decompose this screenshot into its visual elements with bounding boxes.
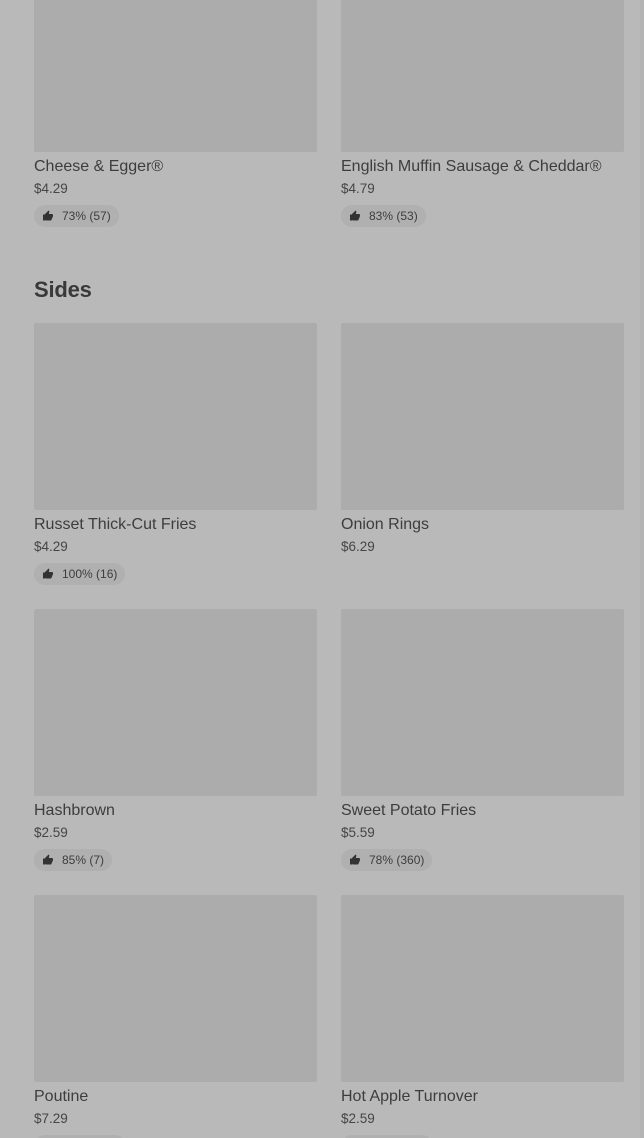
- rating-text: 100% (16): [62, 567, 118, 581]
- menu-item-image[interactable]: [341, 0, 624, 152]
- menu-item-name: Hot Apple Turnover: [341, 1088, 478, 1105]
- menu-page: Cheese & Egger® $4.29 73% (57) English M…: [0, 0, 644, 1138]
- thumbs-up-icon: [350, 210, 360, 221]
- thumbs-up-icon: [43, 568, 53, 579]
- menu-item-name: Cheese & Egger®: [34, 158, 164, 175]
- menu-item-price: $2.59: [341, 1111, 375, 1126]
- menu-item-price: $5.59: [341, 825, 375, 840]
- menu-item-image[interactable]: [34, 0, 317, 152]
- menu-item-name: Poutine: [34, 1088, 89, 1105]
- menu-item-card[interactable]: Hot Apple Turnover $2.59: [341, 895, 624, 1138]
- menu-item-card[interactable]: English Muffin Sausage & Cheddar® $4.79 …: [341, 0, 624, 227]
- rating-badge: 100% (16): [34, 563, 126, 585]
- menu-item-image[interactable]: [34, 323, 317, 510]
- thumbs-up-icon: [350, 854, 360, 865]
- rating-badge: 83% (53): [341, 205, 426, 227]
- menu-item-price: $7.29: [34, 1111, 68, 1126]
- menu-item-price: $4.29: [34, 181, 68, 196]
- menu-item-price: $4.79: [341, 181, 375, 196]
- menu-item-card[interactable]: Cheese & Egger® $4.29 73% (57): [34, 0, 317, 227]
- menu-item-name: English Muffin Sausage & Cheddar®: [341, 158, 602, 175]
- menu-item-image[interactable]: [341, 323, 624, 510]
- scrollbar-track[interactable]: [640, 0, 644, 1138]
- menu-item-price: $6.29: [341, 539, 375, 554]
- menu-item-name: Sweet Potato Fries: [341, 802, 477, 819]
- rating-badge: 78% (360): [341, 849, 433, 871]
- rating-text: 73% (57): [62, 209, 111, 223]
- rating-text: 83% (53): [369, 209, 418, 223]
- rating-text: 78% (360): [369, 853, 425, 867]
- section-title-sides: Sides: [34, 277, 92, 302]
- menu-item-image[interactable]: [34, 609, 317, 796]
- menu-item-card[interactable]: Poutine $7.29: [34, 895, 317, 1138]
- menu-item-name: Russet Thick-Cut Fries: [34, 516, 197, 533]
- rating-badge: 85% (7): [34, 849, 113, 871]
- menu-item-card[interactable]: Onion Rings $6.29: [341, 323, 624, 555]
- menu-item-image[interactable]: [341, 609, 624, 796]
- menu-item-card[interactable]: Sweet Potato Fries $5.59 78% (360): [341, 609, 624, 871]
- rating-badge: 73% (57): [34, 205, 119, 227]
- thumbs-up-icon: [43, 210, 53, 221]
- menu-item-card[interactable]: Russet Thick-Cut Fries $4.29 100% (16): [34, 323, 317, 585]
- menu-item-image[interactable]: [34, 895, 317, 1082]
- rating-text: 85% (7): [62, 853, 105, 867]
- menu-item-price: $2.59: [34, 825, 68, 840]
- menu-item-name: Onion Rings: [341, 516, 430, 533]
- menu-item-price: $4.29: [34, 539, 68, 554]
- menu-item-card[interactable]: Hashbrown $2.59 85% (7): [34, 609, 317, 871]
- menu-item-image[interactable]: [341, 895, 624, 1082]
- menu-item-name: Hashbrown: [34, 802, 115, 819]
- thumbs-up-icon: [43, 854, 53, 865]
